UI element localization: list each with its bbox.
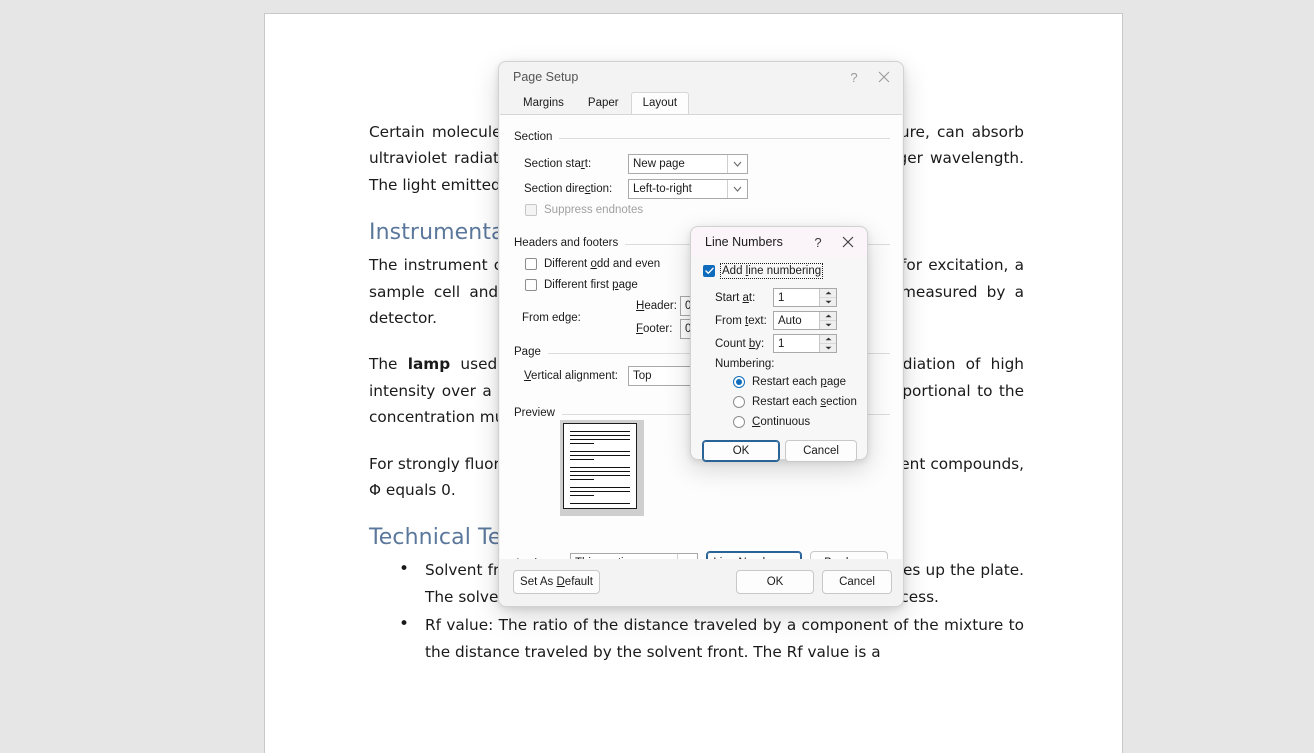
radio-restart-each-section[interactable]: Restart each section [733, 396, 857, 408]
preview-sheet [563, 423, 637, 509]
section-start-label: Section start: [524, 158, 592, 170]
section-group-label: Section [514, 131, 560, 143]
radio-button [733, 376, 745, 388]
line-numbers-body: Add line numbering Start at: 1 From text… [691, 257, 867, 462]
tab-margins[interactable]: Margins [511, 92, 576, 114]
footer-label: Footer: [636, 323, 673, 335]
count-by-spinner[interactable]: 1 [773, 334, 837, 353]
radio-button [733, 396, 745, 408]
radio-restart-each-page[interactable]: Restart each page [733, 376, 846, 388]
from-text-spinner[interactable]: Auto [773, 311, 837, 330]
suppress-endnotes-label: Suppress endnotes [544, 204, 644, 216]
radio-restart-each-section-label: Restart each section [752, 396, 857, 408]
section-direction-value: Left-to-right [633, 183, 692, 195]
count-by-spin-buttons [819, 335, 836, 352]
spin-up-icon[interactable] [820, 289, 836, 298]
numbering-label: Numbering: [715, 358, 775, 370]
add-line-numbering-label: Add line numbering [719, 263, 824, 279]
line-numbers-titlebar: Line Numbers ? [691, 227, 867, 257]
paragraph-3-bold-lamp: lamp [407, 355, 451, 374]
paragraph-3-run-1: The [369, 355, 408, 374]
spin-up-icon[interactable] [820, 335, 836, 344]
page-setup-footer: Set As Default OK Cancel [500, 559, 902, 605]
start-at-label: Start at: [715, 292, 756, 304]
page-setup-cancel-button[interactable]: Cancel [822, 570, 892, 594]
spin-down-icon[interactable] [820, 344, 836, 352]
start-at-spin-buttons [819, 289, 836, 306]
page-setup-tabs: Margins Paper Layout [500, 92, 902, 114]
headers-footers-group-label: Headers and footers [514, 237, 626, 249]
chevron-down-icon [727, 180, 747, 198]
different-odd-even-label: Different odd and even [544, 258, 661, 270]
help-icon[interactable]: ? [839, 64, 869, 90]
help-icon[interactable]: ? [803, 229, 833, 255]
count-by-value: 1 [778, 337, 785, 350]
tab-layout[interactable]: Layout [630, 92, 690, 114]
page-setup-ok-button[interactable]: OK [736, 570, 814, 594]
from-edge-label: From edge: [522, 312, 581, 324]
start-at-spinner[interactable]: 1 [773, 288, 837, 307]
vertical-alignment-label: Vertical alignment: [524, 370, 618, 382]
section-start-value: New page [633, 158, 685, 170]
checkbox-box [703, 265, 715, 277]
chevron-down-icon [727, 155, 747, 173]
add-line-numbering-checkbox[interactable]: Add line numbering [703, 263, 824, 279]
line-numbers-cancel-button[interactable]: Cancel [785, 440, 857, 462]
line-numbers-ok-button[interactable]: OK [702, 440, 780, 462]
set-as-default-button[interactable]: Set As Default [513, 570, 600, 594]
set-as-default-label: Set As Default [520, 576, 593, 588]
page-preview-thumbnail [560, 420, 644, 516]
start-at-value: 1 [778, 291, 785, 304]
tab-paper[interactable]: Paper [576, 92, 631, 114]
radio-button [733, 416, 745, 428]
different-first-page-label: Different first page [544, 279, 638, 291]
count-by-label: Count by: [715, 338, 765, 350]
checkbox-box [525, 258, 537, 270]
checkbox-box [525, 279, 537, 291]
preview-group-label: Preview [514, 407, 562, 419]
spin-down-icon[interactable] [820, 298, 836, 306]
section-group-rule [514, 138, 890, 139]
list-item: Rf value: The ratio of the distance trav… [399, 611, 1024, 665]
header-label: Header: [636, 300, 677, 312]
different-first-page-checkbox[interactable]: Different first page [525, 279, 638, 291]
section-direction-label: Section direction: [524, 183, 613, 195]
section-direction-combobox[interactable]: Left-to-right [628, 179, 748, 199]
checkbox-box [525, 204, 537, 216]
radio-continuous-label: Continuous [752, 416, 811, 428]
spin-up-icon[interactable] [820, 312, 836, 321]
section-start-combobox[interactable]: New page [628, 154, 748, 174]
close-icon[interactable] [833, 229, 863, 255]
radio-continuous[interactable]: Continuous [733, 416, 810, 428]
spin-down-icon[interactable] [820, 321, 836, 329]
line-numbers-title: Line Numbers [705, 235, 783, 249]
radio-restart-each-page-label: Restart each page [752, 376, 846, 388]
from-text-label: From text: [715, 315, 767, 327]
close-icon[interactable] [869, 64, 899, 90]
page-setup-titlebar: Page Setup ? [499, 62, 903, 92]
page-setup-title: Page Setup [513, 70, 579, 84]
from-text-value: Auto [778, 314, 802, 327]
different-odd-even-checkbox[interactable]: Different odd and even [525, 258, 660, 270]
line-numbers-dialog: Line Numbers ? Add line numbering Start … [690, 226, 868, 462]
suppress-endnotes-checkbox[interactable]: Suppress endnotes [525, 204, 643, 216]
page-group-label: Page [514, 346, 548, 358]
from-text-spin-buttons [819, 312, 836, 329]
